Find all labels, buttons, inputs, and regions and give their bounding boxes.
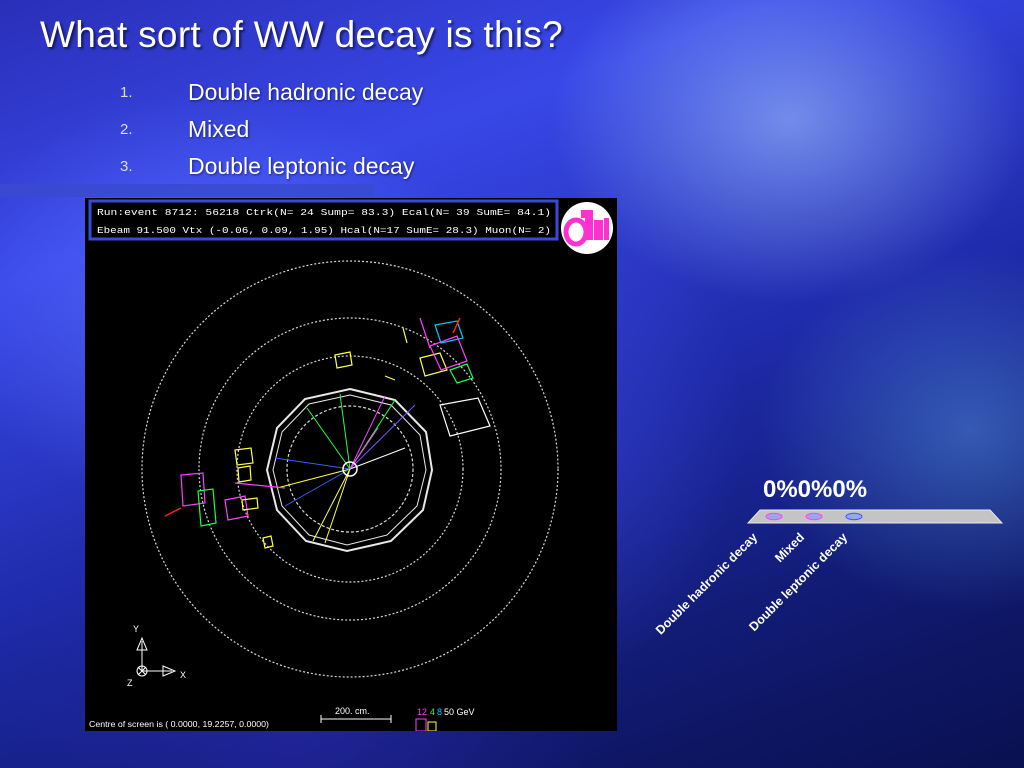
option-label: Mixed (188, 116, 250, 142)
axes-icon (136, 636, 177, 677)
clusters-left (164, 447, 286, 549)
opal-logo-icon (561, 202, 613, 254)
energy-scale-unit: 50 GeV (444, 707, 475, 717)
poll-result-marker-2 (805, 512, 823, 521)
header-line-2: Ebeam 91.500 Vtx (-0.06, 0.09, 1.95) Hca… (97, 225, 551, 236)
poll-label-1: Double hadronic decay (653, 530, 760, 637)
event-display-image: Run:event 8712: 56218 Ctrk(N= 24 Sump= 8… (85, 198, 617, 731)
option-label: Double hadronic decay (188, 79, 424, 105)
scale-bar-icon (320, 715, 392, 723)
poll-label-2: Mixed (772, 530, 807, 565)
axis-x-label: X (180, 670, 186, 680)
option-number: 2. (120, 121, 133, 138)
header-line-1: Run:event 8712: 56218 Ctrk(N= 24 Sump= 8… (97, 207, 551, 218)
poll-result-marker-3 (845, 512, 863, 521)
energy-scale-1: 12 (417, 707, 427, 717)
option-number: 1. (120, 84, 133, 101)
axis-y-label: Y (133, 624, 139, 634)
poll-result-marker-1 (765, 512, 783, 521)
energy-scale-boxes (415, 718, 437, 731)
centre-of-screen-text: Centre of screen is ( 0.0000, 19.2257, 0… (89, 720, 269, 729)
option-label: Double leptonic decay (188, 153, 415, 179)
poll-results-chart: Double hadronic decay Mixed Double lepto… (653, 509, 1004, 637)
option-number: 3. (120, 158, 133, 175)
poll-platform (746, 509, 1004, 524)
event-display-svg: Run:event 8712: 56218 Ctrk(N= 24 Sump= 8… (88, 199, 613, 731)
decorative-band (0, 184, 374, 197)
energy-scale-2: 4 (430, 707, 435, 717)
slide-title: What sort of WW decay is this? (40, 14, 564, 55)
scale-label: 200. cm. (335, 706, 370, 716)
axis-z-label: Z (127, 678, 133, 688)
energy-scale-3: 8 (437, 707, 442, 717)
